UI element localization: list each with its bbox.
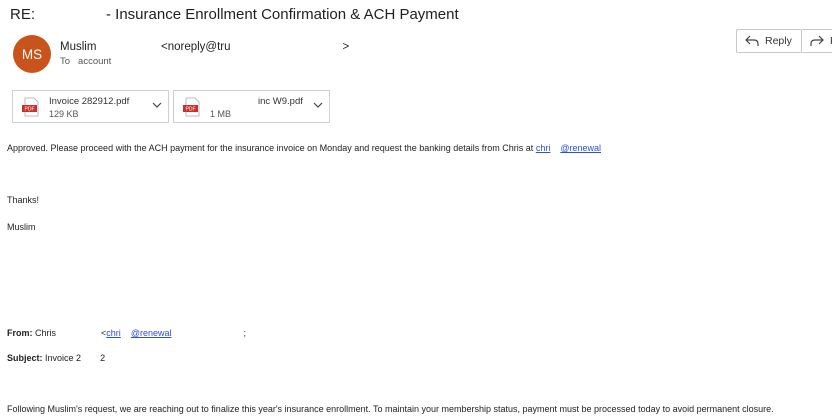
avatar-initials: MS xyxy=(21,46,43,62)
from-label: From: xyxy=(7,328,33,338)
chevron-down-icon[interactable] xyxy=(152,101,162,109)
quoted-body: Following Muslim's request, we are reach… xyxy=(7,404,774,414)
subject-label: Subject: xyxy=(7,353,43,363)
email-link[interactable]: @renewal xyxy=(560,143,601,153)
thanks-text: Thanks! xyxy=(7,195,40,205)
chevron-down-icon[interactable] xyxy=(313,101,323,109)
svg-text:PDF: PDF xyxy=(186,107,196,113)
subject-value: Invoice 2 xyxy=(45,353,82,363)
attachment-name: inc W9.pdf xyxy=(258,96,303,107)
email-link[interactable]: @renewal xyxy=(131,328,172,338)
reply-icon xyxy=(745,35,759,46)
subject-tail: 2 xyxy=(100,353,106,363)
sender-email-open: <noreply@tru xyxy=(161,41,231,53)
avatar[interactable]: MS xyxy=(13,35,51,73)
attachment-name: Invoice 282912.pdf xyxy=(49,96,130,107)
reply-label: Reply xyxy=(765,35,792,47)
quoted-subject: Subject: Invoice 2 2 xyxy=(7,353,105,363)
email-link[interactable]: chri xyxy=(536,143,551,153)
to-value[interactable]: account xyxy=(78,56,111,67)
forward-button[interactable]: F xyxy=(802,29,832,53)
attachment-size: 129 KB xyxy=(49,109,79,119)
email-link[interactable]: chri xyxy=(106,328,121,338)
sender-email-close: > xyxy=(342,41,350,53)
subject-prefix: RE: xyxy=(10,6,36,23)
svg-text:PDF: PDF xyxy=(25,107,35,113)
pdf-icon: PDF xyxy=(22,97,39,117)
from-name: Chris xyxy=(35,328,57,338)
attachment-2[interactable]: PDF inc W9.pdf 1 MB xyxy=(173,90,330,123)
pdf-icon: PDF xyxy=(183,97,200,117)
recipients: To account xyxy=(60,56,111,67)
signature-text: Muslim xyxy=(7,222,36,232)
quoted-from: From: Chris <chri @renewal; xyxy=(7,328,246,338)
email-subject: RE: - Insurance Enrollment Confirmation &… xyxy=(10,6,459,23)
sender-name[interactable]: Muslim xyxy=(60,41,96,53)
from-tail: ; xyxy=(243,328,246,338)
reply-button[interactable]: Reply xyxy=(736,29,802,53)
forward-icon xyxy=(810,35,824,46)
sender-email: <noreply@tru > xyxy=(161,41,349,53)
subject-title: - Insurance Enrollment Confirmation & AC… xyxy=(106,6,459,23)
attachment-1[interactable]: PDF Invoice 282912.pdf 129 KB xyxy=(12,90,169,123)
message-line: Approved. Please proceed with the ACH pa… xyxy=(7,143,601,153)
to-label: To xyxy=(60,56,71,67)
message-text: Approved. Please proceed with the ACH pa… xyxy=(7,143,536,153)
attachment-size: 1 MB xyxy=(210,109,232,119)
